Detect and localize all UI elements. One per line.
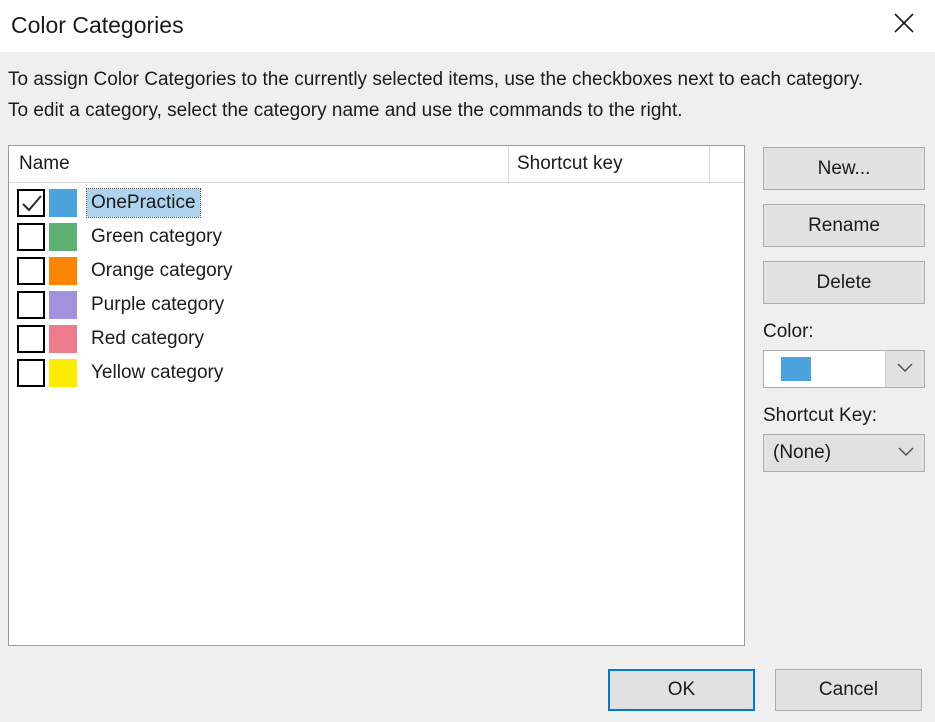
category-color-swatch	[49, 223, 77, 251]
category-checkbox[interactable]	[17, 223, 45, 251]
table-row[interactable]: Orange category	[9, 254, 744, 288]
category-name[interactable]: Yellow category	[87, 359, 227, 387]
column-header-name[interactable]: Name	[19, 152, 70, 176]
category-color-swatch	[49, 325, 77, 353]
shortcut-key-label: Shortcut Key:	[763, 405, 878, 426]
dialog-title: Color Categories	[11, 12, 184, 38]
shortcut-key-dropdown[interactable]: (None)	[763, 434, 925, 472]
category-rows: OnePractice Green category Orange category…	[9, 183, 744, 390]
color-dropdown-swatch	[781, 357, 811, 381]
list-header: Name Shortcut key	[9, 146, 744, 183]
table-row[interactable]: OnePractice	[9, 186, 744, 220]
chevron-down-icon	[898, 444, 914, 462]
category-name[interactable]: Green category	[87, 223, 226, 251]
category-name[interactable]: Purple category	[87, 291, 228, 319]
category-color-swatch	[49, 257, 77, 285]
category-checkbox[interactable]	[17, 189, 45, 217]
category-checkbox[interactable]	[17, 291, 45, 319]
category-name[interactable]: Orange category	[87, 257, 237, 285]
table-row[interactable]: Yellow category	[9, 356, 744, 390]
close-icon	[893, 12, 915, 34]
category-checkbox[interactable]	[17, 257, 45, 285]
table-row[interactable]: Green category	[9, 220, 744, 254]
shortcut-key-value: (None)	[773, 442, 832, 463]
cancel-button[interactable]: Cancel	[775, 669, 922, 711]
table-row[interactable]: Purple category	[9, 288, 744, 322]
category-name[interactable]: Red category	[87, 325, 208, 353]
category-list[interactable]: Name Shortcut key OnePractice Green categ…	[8, 145, 745, 646]
category-color-swatch	[49, 291, 77, 319]
category-color-swatch	[49, 359, 77, 387]
title-bar: Color Categories	[0, 0, 935, 52]
color-label: Color:	[763, 321, 814, 342]
column-divider-1[interactable]	[508, 146, 509, 182]
category-checkbox[interactable]	[17, 325, 45, 353]
color-categories-dialog: Color Categories To assign Color Categor…	[0, 0, 935, 722]
column-divider-2[interactable]	[709, 146, 710, 182]
category-color-swatch	[49, 189, 77, 217]
category-checkbox[interactable]	[17, 359, 45, 387]
instruction-text: To assign Color Categories to the curren…	[8, 69, 864, 121]
command-panel: New... Rename Delete Color: Shortcut Key…	[763, 147, 925, 472]
new-category-button[interactable]: New...	[763, 147, 925, 190]
shortcut-key-dropdown-button[interactable]	[898, 435, 914, 471]
column-header-shortcut-key[interactable]: Shortcut key	[517, 152, 623, 176]
chevron-down-icon	[897, 360, 913, 378]
category-name[interactable]: OnePractice	[86, 188, 201, 218]
color-dropdown-button[interactable]	[885, 351, 924, 387]
color-dropdown[interactable]	[763, 350, 925, 388]
delete-category-button[interactable]: Delete	[763, 261, 925, 304]
rename-category-button[interactable]: Rename	[763, 204, 925, 247]
check-icon	[22, 195, 42, 212]
ok-button[interactable]: OK	[608, 669, 755, 711]
close-button[interactable]	[873, 0, 935, 46]
table-row[interactable]: Red category	[9, 322, 744, 356]
